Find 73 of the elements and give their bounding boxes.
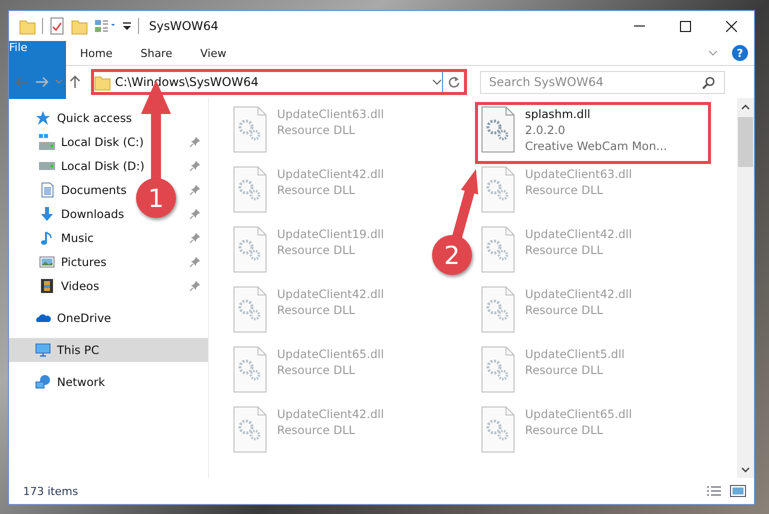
item-count: 173 items bbox=[23, 484, 78, 498]
pictures-icon[interactable] bbox=[39, 254, 55, 270]
search-icon[interactable] bbox=[701, 76, 717, 90]
window-title: SysWOW64 bbox=[149, 19, 218, 33]
properties-icon[interactable] bbox=[94, 18, 116, 34]
refresh-icon bbox=[448, 76, 460, 88]
folder-icon bbox=[94, 74, 111, 90]
sidebar-item[interactable]: Network bbox=[57, 375, 200, 389]
scrollbar[interactable] bbox=[737, 98, 754, 478]
address-bar[interactable]: C:\Windows\SysWOW64 bbox=[91, 69, 467, 95]
file-detail: Resource DLL bbox=[525, 422, 604, 438]
file-detail: 2.0.2.0 bbox=[525, 122, 566, 138]
search-field[interactable]: Search SysWOW64 bbox=[480, 70, 725, 94]
dll-file-icon[interactable] bbox=[233, 106, 267, 153]
sidebar-item[interactable]: This PC bbox=[57, 343, 200, 357]
file-detail: Resource DLL bbox=[277, 302, 356, 318]
sidebar-item[interactable]: Pictures bbox=[61, 255, 184, 269]
ribbon-tab[interactable]: Share bbox=[126, 41, 186, 65]
file-detail: Resource DLL bbox=[277, 362, 356, 378]
close-icon bbox=[726, 20, 736, 32]
dll-file-icon[interactable] bbox=[233, 406, 267, 453]
dll-file-icon[interactable] bbox=[233, 286, 267, 333]
help-button[interactable]: ? bbox=[732, 45, 748, 61]
forward-arrow-icon[interactable] bbox=[35, 76, 49, 88]
sidebar-item[interactable]: Local Disk (C:) bbox=[61, 135, 184, 149]
dll-file-icon[interactable] bbox=[233, 346, 267, 393]
dll-file-icon[interactable] bbox=[481, 286, 515, 333]
down-arrow-icon[interactable] bbox=[39, 206, 55, 222]
ribbon-tab[interactable]: Home bbox=[66, 41, 126, 65]
folder-icon[interactable] bbox=[19, 18, 36, 34]
file-detail: Resource DLL bbox=[525, 182, 604, 198]
sidebar-item[interactable]: Videos bbox=[61, 279, 184, 293]
film-icon[interactable] bbox=[39, 278, 55, 294]
monitor-icon[interactable] bbox=[35, 342, 51, 358]
scroll-thumb[interactable] bbox=[738, 117, 753, 167]
star-icon[interactable] bbox=[35, 110, 51, 126]
file-name[interactable]: splashm.dll bbox=[525, 106, 668, 122]
dll-file-icon[interactable] bbox=[481, 406, 515, 453]
dll-file-icon[interactable] bbox=[481, 166, 515, 213]
large-icons-view-icon[interactable] bbox=[730, 485, 746, 497]
customize-caret-icon[interactable] bbox=[122, 20, 132, 32]
file-detail: Resource DLL bbox=[277, 422, 356, 438]
sidebar-item[interactable]: OneDrive bbox=[57, 311, 200, 325]
maximize-icon bbox=[680, 20, 690, 32]
dll-file-icon[interactable] bbox=[481, 346, 515, 393]
document-icon[interactable] bbox=[39, 182, 55, 198]
dll-file-icon[interactable] bbox=[233, 166, 267, 213]
drive-icon[interactable] bbox=[39, 134, 55, 150]
dll-file-icon[interactable] bbox=[481, 226, 515, 273]
dll-file-icon[interactable] bbox=[481, 106, 515, 153]
file-menu-button[interactable]: File bbox=[9, 41, 66, 99]
file-detail: Creative WebCam Mon... bbox=[525, 138, 668, 154]
sidebar-item[interactable]: Quick access bbox=[57, 111, 200, 125]
scroll-down-icon[interactable] bbox=[741, 466, 750, 472]
sidebar-item[interactable]: Music bbox=[61, 231, 184, 245]
folder-icon[interactable] bbox=[71, 18, 88, 34]
address-path: C:\Windows\SysWOW64 bbox=[115, 75, 260, 89]
file-detail: Resource DLL bbox=[525, 362, 604, 378]
file-detail: Resource DLL bbox=[525, 302, 604, 318]
file-detail: Resource DLL bbox=[277, 122, 356, 138]
dropdown-chevron-icon[interactable] bbox=[432, 79, 442, 85]
file-detail: Resource DLL bbox=[525, 242, 604, 258]
ribbon-tab[interactable]: View bbox=[186, 41, 240, 65]
network-icon[interactable] bbox=[35, 374, 51, 390]
file-detail: Resource DLL bbox=[277, 242, 356, 258]
dll-file-icon[interactable] bbox=[233, 226, 267, 273]
sidebar-item[interactable]: Local Disk (D:) bbox=[61, 159, 184, 173]
checklist-icon[interactable] bbox=[49, 17, 65, 35]
up-arrow-icon[interactable] bbox=[69, 75, 81, 89]
file-detail: Resource DLL bbox=[277, 182, 356, 198]
details-view-icon[interactable] bbox=[706, 485, 722, 497]
expand-chevron-icon[interactable] bbox=[708, 50, 718, 56]
scroll-up-icon[interactable] bbox=[741, 104, 750, 110]
